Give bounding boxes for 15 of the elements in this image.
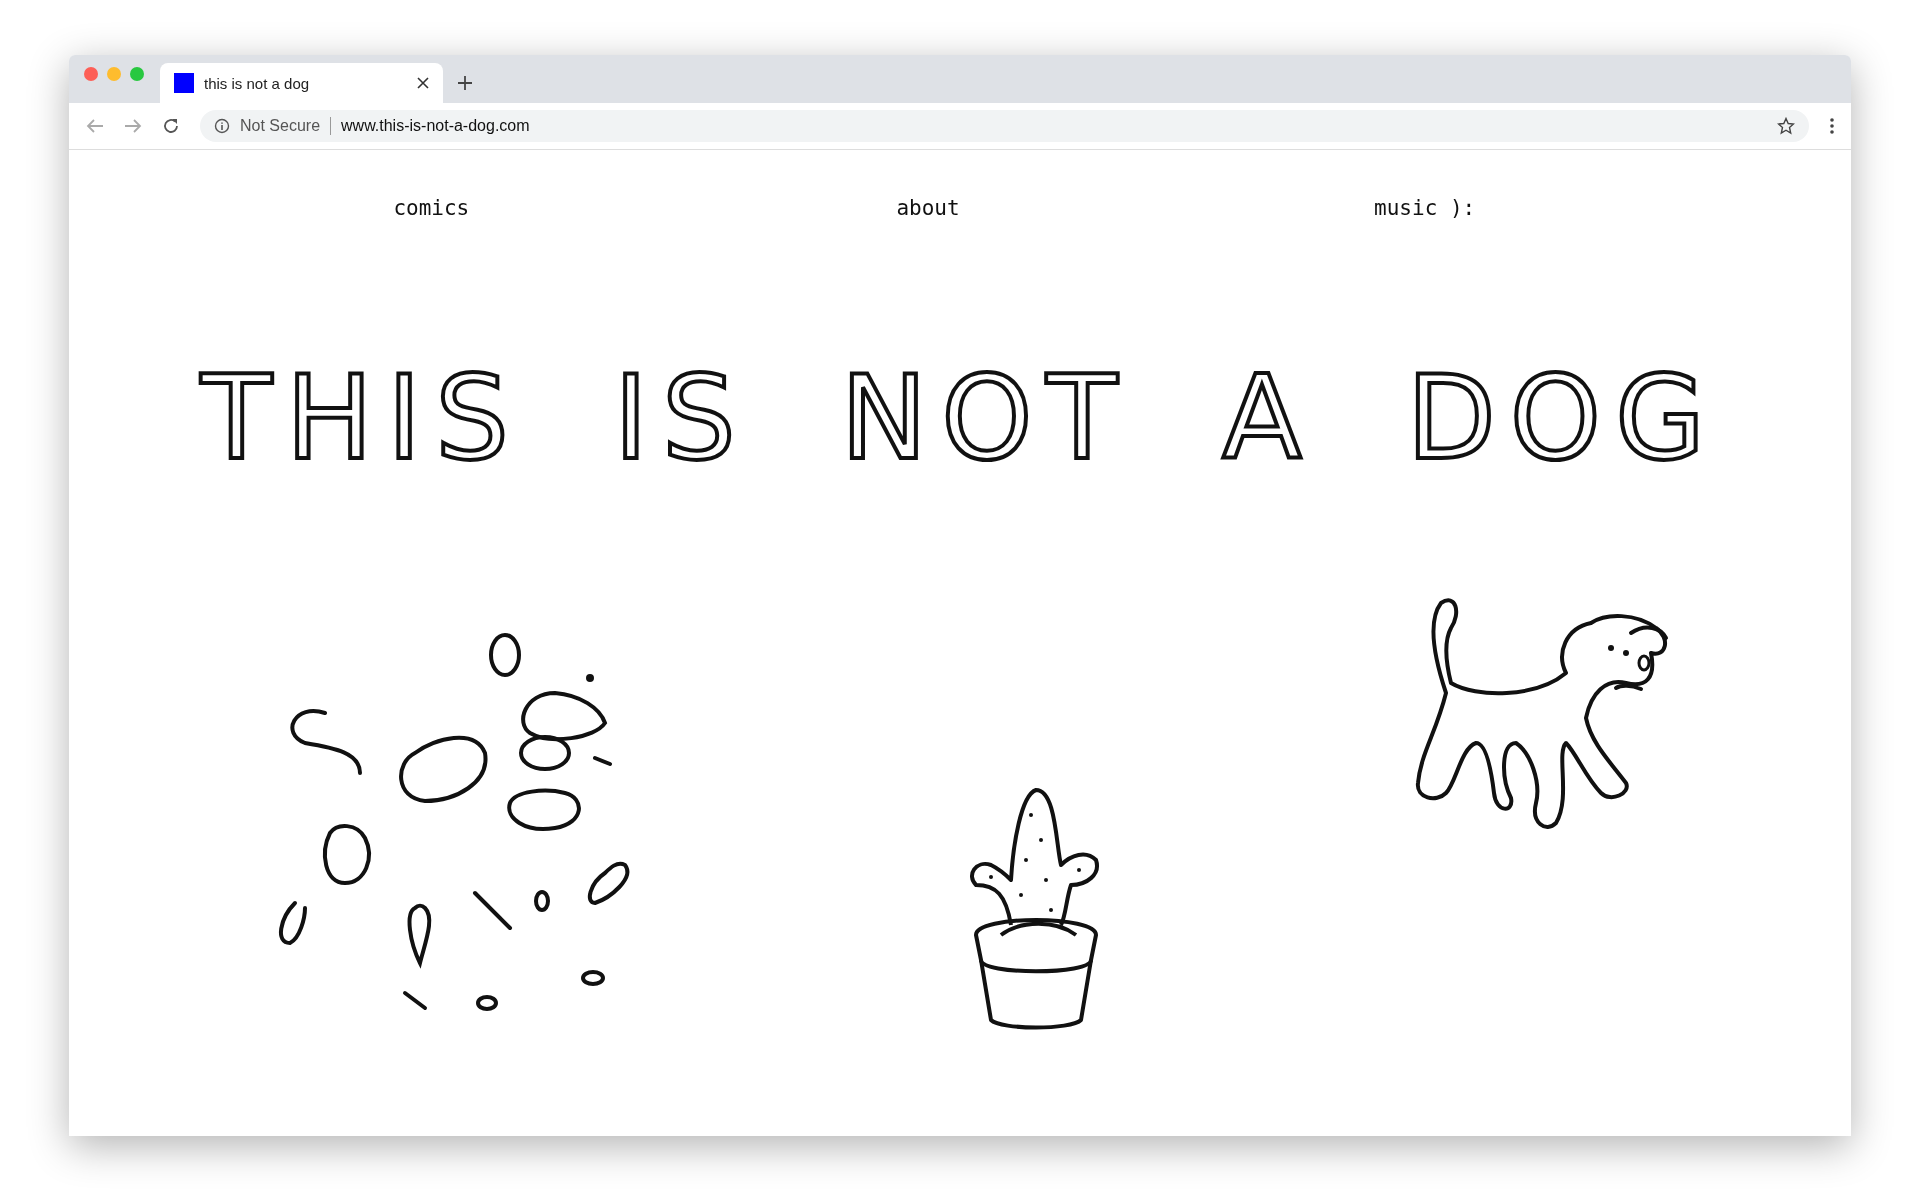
menu-icon[interactable] (1829, 117, 1835, 135)
close-icon[interactable] (417, 77, 429, 89)
security-label: Not Secure (240, 117, 321, 135)
nav-link[interactable]: comics (393, 196, 470, 220)
nav-link[interactable]: music ): (1374, 196, 1476, 220)
site-title: THIS IS NOT A DOG (197, 360, 1721, 476)
browser-tab[interactable]: this is not a dog (160, 63, 443, 103)
reload-icon[interactable] (162, 117, 180, 135)
info-icon (214, 118, 230, 134)
new-tab-icon[interactable] (457, 75, 473, 91)
url-text: www.this-is-not-a-dog.com (341, 117, 531, 135)
favicon-icon (174, 73, 194, 93)
address-bar[interactable]: Not Secure www.this-is-not-a-dog.com (200, 110, 1809, 142)
nav-link[interactable]: about (896, 196, 960, 220)
star-icon[interactable] (1777, 117, 1795, 135)
